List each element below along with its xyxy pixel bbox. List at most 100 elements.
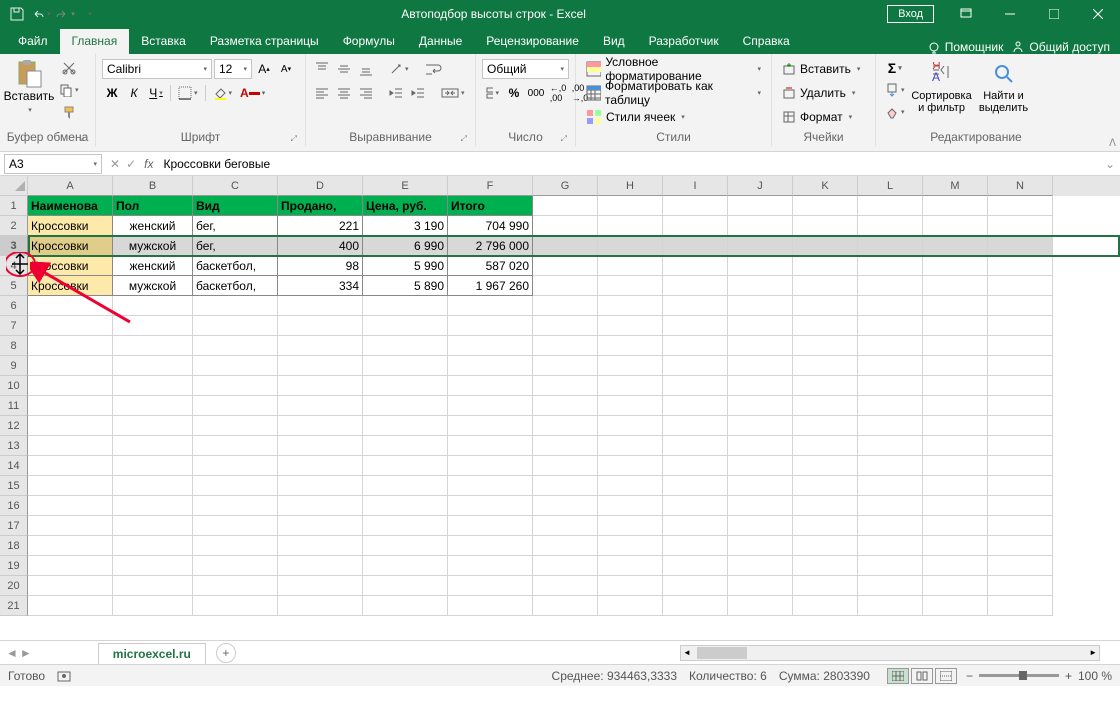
cell[interactable] [113, 536, 193, 556]
column-header[interactable]: N [988, 176, 1053, 196]
cell[interactable] [448, 436, 533, 456]
cell[interactable] [598, 296, 663, 316]
increase-indent-icon[interactable] [408, 83, 428, 103]
cell[interactable] [728, 436, 793, 456]
cell[interactable] [988, 536, 1053, 556]
row-header[interactable]: 5 [0, 276, 28, 296]
cell[interactable]: Кроссовки [28, 216, 113, 236]
cell[interactable] [193, 416, 278, 436]
cell[interactable] [448, 376, 533, 396]
align-middle-icon[interactable] [334, 59, 354, 79]
cell[interactable] [598, 276, 663, 296]
cell[interactable] [193, 516, 278, 536]
zoom-out-button[interactable]: − [966, 669, 973, 683]
cell[interactable]: Итого [448, 196, 533, 216]
save-icon[interactable] [6, 3, 28, 25]
cell[interactable] [858, 316, 923, 336]
row-header[interactable]: 18 [0, 536, 28, 556]
view-normal-icon[interactable] [887, 668, 909, 684]
cell[interactable] [923, 376, 988, 396]
cell[interactable] [533, 416, 598, 436]
cell[interactable] [858, 476, 923, 496]
cell[interactable] [923, 436, 988, 456]
column-header[interactable]: G [533, 176, 598, 196]
cell[interactable] [598, 356, 663, 376]
cell[interactable]: мужской [113, 236, 193, 256]
column-header[interactable]: D [278, 176, 363, 196]
cut-icon[interactable] [56, 58, 82, 78]
row-header[interactable]: 1 [0, 196, 28, 216]
cell[interactable] [113, 396, 193, 416]
cell[interactable] [663, 276, 728, 296]
decrease-indent-icon[interactable] [386, 83, 406, 103]
cell[interactable] [533, 436, 598, 456]
cell[interactable] [728, 496, 793, 516]
share-button[interactable]: Общий доступ [1011, 40, 1110, 54]
merge-button[interactable]: ▾ [438, 83, 468, 103]
cell[interactable] [728, 196, 793, 216]
column-header[interactable]: L [858, 176, 923, 196]
cell[interactable] [533, 296, 598, 316]
cell[interactable] [278, 356, 363, 376]
align-left-icon[interactable] [312, 83, 332, 103]
cell[interactable]: 98 [278, 256, 363, 276]
row-header[interactable]: 2 [0, 216, 28, 236]
cell[interactable] [793, 336, 858, 356]
cell[interactable] [728, 516, 793, 536]
view-pagelayout-icon[interactable] [911, 668, 933, 684]
cell[interactable] [363, 496, 448, 516]
row-header[interactable]: 10 [0, 376, 28, 396]
fill-color-button[interactable]: ▾ [210, 83, 236, 103]
accounting-format-icon[interactable]: ▾ [482, 83, 502, 103]
cell[interactable] [363, 296, 448, 316]
cell[interactable] [278, 516, 363, 536]
cell[interactable] [858, 256, 923, 276]
minimize-button[interactable] [988, 0, 1032, 28]
cell[interactable] [28, 576, 113, 596]
cell[interactable] [28, 376, 113, 396]
cell[interactable] [113, 416, 193, 436]
cell[interactable] [728, 336, 793, 356]
column-header[interactable]: F [448, 176, 533, 196]
cell[interactable] [728, 276, 793, 296]
cell[interactable] [598, 376, 663, 396]
undo-icon[interactable]: ▾ [30, 3, 52, 25]
cell[interactable] [598, 436, 663, 456]
row-header[interactable]: 21 [0, 596, 28, 616]
cell[interactable] [598, 416, 663, 436]
tab-view[interactable]: Вид [591, 29, 637, 54]
cell[interactable] [598, 456, 663, 476]
cell[interactable] [448, 456, 533, 476]
cell[interactable] [858, 196, 923, 216]
cell[interactable] [28, 556, 113, 576]
cell[interactable] [663, 596, 728, 616]
cell[interactable] [793, 356, 858, 376]
cell[interactable] [923, 276, 988, 296]
cell[interactable] [663, 256, 728, 276]
cell[interactable] [278, 336, 363, 356]
row-header[interactable]: 20 [0, 576, 28, 596]
cell[interactable] [988, 376, 1053, 396]
cell[interactable] [858, 216, 923, 236]
close-button[interactable] [1076, 0, 1120, 28]
macro-record-icon[interactable] [57, 669, 71, 683]
row-header[interactable]: 9 [0, 356, 28, 376]
cell[interactable] [923, 296, 988, 316]
increase-font-icon[interactable]: A▴ [254, 59, 274, 79]
cell[interactable] [663, 556, 728, 576]
cell[interactable] [988, 336, 1053, 356]
cell[interactable] [663, 476, 728, 496]
column-header[interactable]: I [663, 176, 728, 196]
cell[interactable] [858, 596, 923, 616]
format-painter-icon[interactable] [56, 102, 82, 122]
column-header[interactable]: M [923, 176, 988, 196]
tab-help[interactable]: Справка [731, 29, 802, 54]
cell[interactable] [858, 496, 923, 516]
cell[interactable] [363, 436, 448, 456]
cell[interactable] [28, 476, 113, 496]
cell[interactable] [113, 516, 193, 536]
cell[interactable] [728, 296, 793, 316]
cell[interactable] [598, 596, 663, 616]
cell[interactable] [858, 416, 923, 436]
horizontal-scrollbar[interactable]: ◄► [680, 645, 1100, 661]
